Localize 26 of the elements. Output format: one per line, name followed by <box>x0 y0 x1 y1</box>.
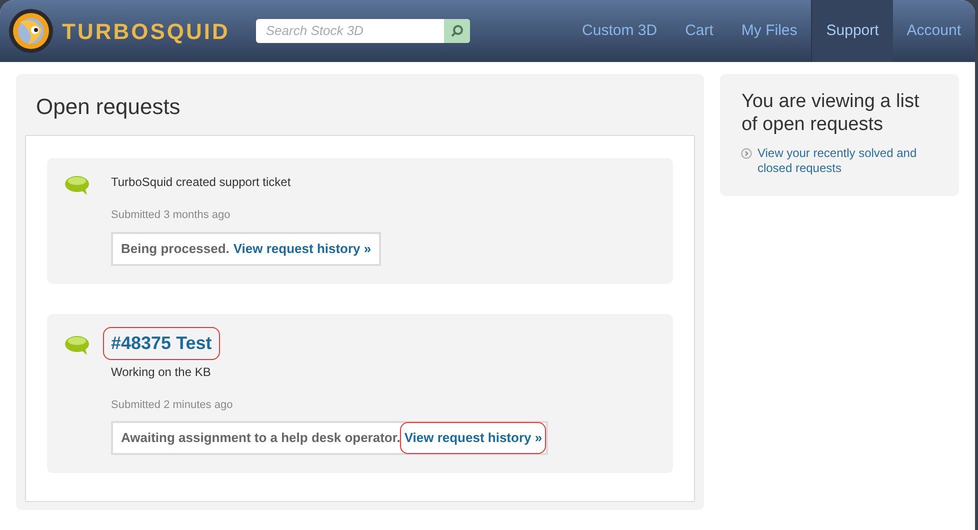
request-history-link[interactable]: View request history » <box>229 232 376 264</box>
page-title: Open requests <box>36 93 182 121</box>
search-button[interactable] <box>444 19 470 43</box>
submitted-time: Submitted 3 months ago <box>111 208 230 223</box>
sidebar-heading: You are viewing a list of open requests <box>741 90 920 136</box>
submitted-time: Submitted 2 minutes ago <box>111 398 233 412</box>
request-description: TurboSquid created support ticket <box>111 174 291 191</box>
solved-requests-link[interactable]: View your recently solved and closed requests <box>757 146 931 176</box>
search-field[interactable]: Search Stock 3D <box>256 19 470 43</box>
squid-logo-icon <box>8 8 54 54</box>
request-description: Working on the KB <box>111 364 211 380</box>
nav-link[interactable]: My Files <box>727 0 812 62</box>
speech-bubble-icon <box>65 334 91 356</box>
search-icon <box>450 24 464 38</box>
nav-link[interactable]: Support <box>811 0 893 62</box>
request-history-link[interactable]: View request history » <box>400 422 546 454</box>
status-text: Awaiting assignment to a help desk operator. <box>121 429 400 448</box>
search-input[interactable]: Search Stock 3D <box>256 21 444 41</box>
nav-link[interactable]: Account <box>892 0 975 62</box>
status-text: Being processed. <box>121 240 230 258</box>
request-title-link[interactable]: #48375 Test <box>103 326 220 360</box>
nav-link[interactable]: Custom 3D <box>568 0 672 62</box>
logo-text: TURBOSQUID <box>62 18 230 46</box>
nav-link[interactable]: Cart <box>671 0 728 62</box>
chevron-circle-icon <box>741 148 752 159</box>
speech-bubble-icon <box>65 175 91 196</box>
